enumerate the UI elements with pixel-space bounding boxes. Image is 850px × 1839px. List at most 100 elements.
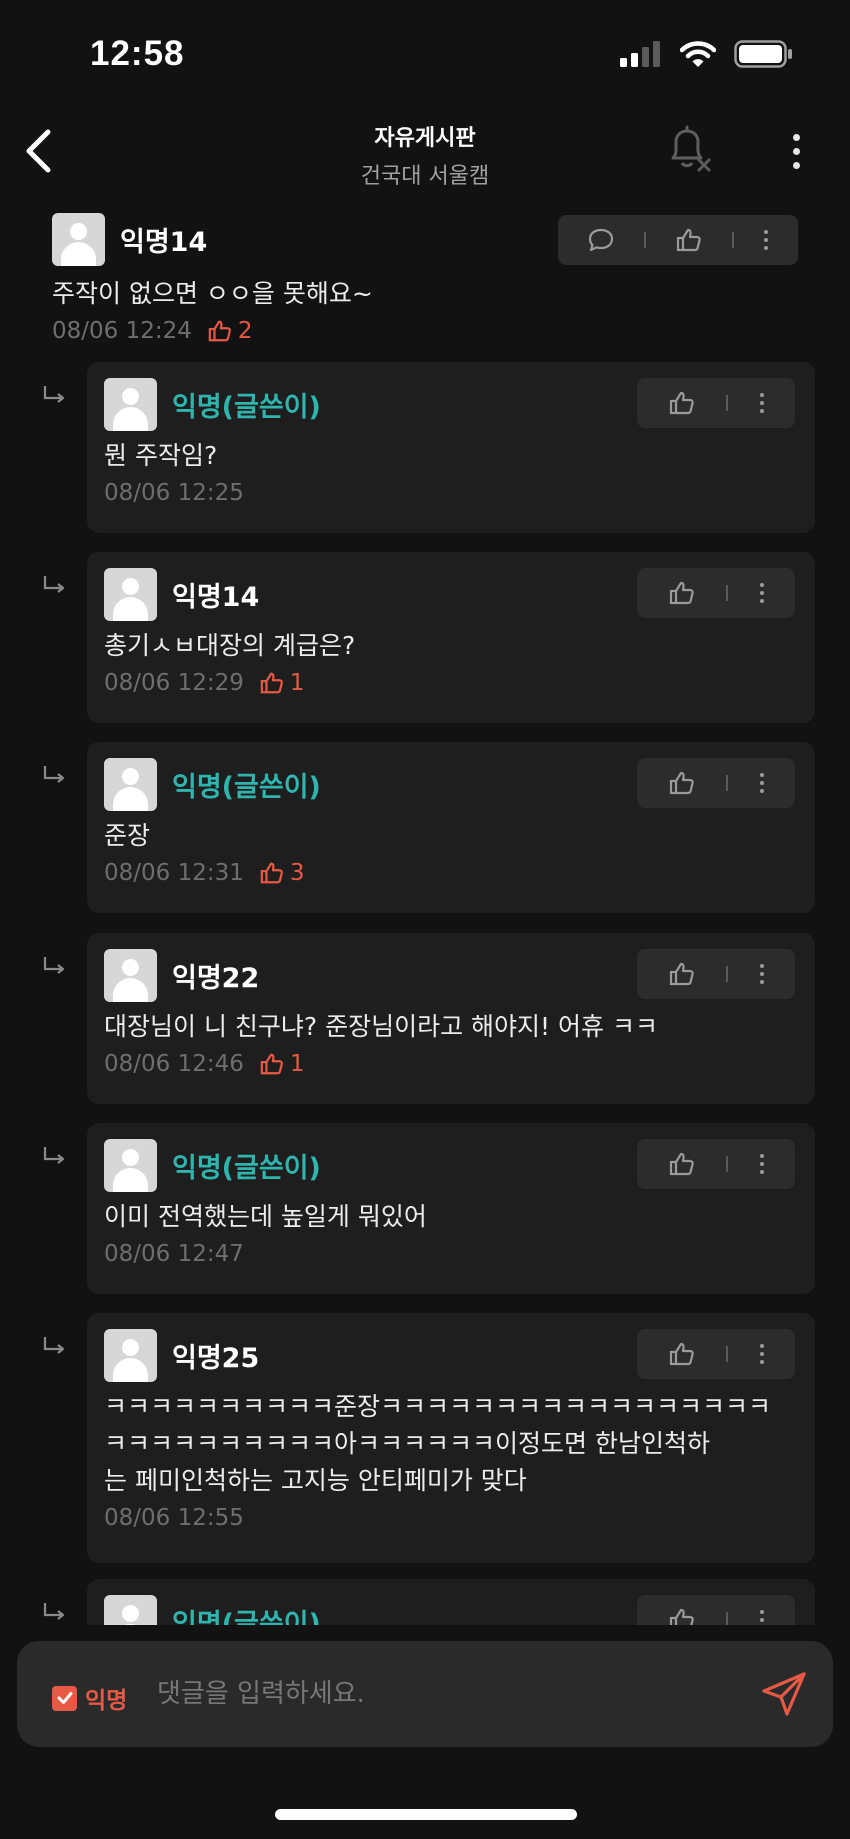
reply-actions — [637, 1595, 795, 1625]
reply-meta: 08/06 12:46 1 — [104, 1051, 795, 1077]
like-count: 1 — [260, 670, 305, 696]
comment-input[interactable] — [157, 1671, 717, 1717]
notification-toggle-button[interactable] — [665, 124, 715, 178]
reply-more-button[interactable] — [759, 773, 764, 793]
like-count-value: 2 — [237, 318, 253, 344]
anonymous-checkbox[interactable] — [52, 1685, 77, 1711]
thumbs-up-icon[interactable] — [669, 770, 695, 796]
thumbs-up-icon[interactable] — [669, 1607, 695, 1625]
thumbs-up-icon[interactable] — [669, 580, 695, 606]
reply-header: 익명22 — [104, 949, 259, 1002]
reply-card: 익명14 총기ㅅㅂ대장의 계급은? 08/06 12:29 1 — [87, 552, 815, 723]
reply-body: 준장 08/06 12:31 3 — [104, 817, 795, 886]
avatar — [104, 378, 157, 431]
comment-meta: 08/06 12:24 2 — [52, 318, 373, 344]
anonymous-label: 익명 — [85, 1688, 128, 1714]
more-options-button[interactable] — [780, 126, 812, 176]
reply-card: 익명22 대장님이 니 친구냐? 준장님이라고 해야지! 어휴 ㅋㅋ 08/06 1… — [87, 933, 815, 1104]
reply-comment: 익명(글쓴이) — [0, 1579, 850, 1625]
comment-text: 주작이 없으면 ㅇㅇ을 못해요~ — [52, 279, 373, 308]
reply-comment: 익명(글쓴이) 뭔 주작임? 08/06 12:25 — [0, 362, 850, 533]
reply-more-button[interactable] — [759, 964, 764, 984]
reply-more-button[interactable] — [759, 583, 764, 603]
reply-time: 08/06 12:46 — [104, 1051, 244, 1077]
reply-text-line: 대장님이 니 친구냐? 준장님이라고 해야지! 어휴 ㅋㅋ — [104, 1012, 658, 1041]
reply-actions — [637, 1329, 795, 1379]
signal-icon — [620, 41, 660, 67]
like-count-value: 3 — [289, 860, 305, 886]
like-count-value: 1 — [289, 670, 305, 696]
board-subtitle: 건국대 서울캠 — [360, 164, 490, 189]
check-icon — [57, 1692, 72, 1704]
reply-card: 익명(글쓴이) 준장 08/06 12:31 3 — [87, 742, 815, 913]
reply-time: 08/06 12:47 — [104, 1241, 244, 1267]
reply-comment: 익명(글쓴이) 준장 08/06 12:31 3 — [0, 742, 850, 913]
header-titles: 자유게시판 건국대 서울캠 — [0, 120, 850, 190]
reply-meta: 08/06 12:29 1 — [104, 670, 795, 696]
reply-text-line: 뭔 주작임? — [104, 441, 218, 470]
reply-meta: 08/06 12:47 — [104, 1241, 795, 1267]
status-time: 12:58 — [90, 34, 185, 73]
reply-arrow-icon — [43, 386, 65, 403]
reply-more-button[interactable] — [759, 393, 764, 413]
reply-more-button[interactable] — [759, 1610, 764, 1625]
battery-icon — [734, 40, 792, 68]
reply-body: 대장님이 니 친구냐? 준장님이라고 해야지! 어휴 ㅋㅋ 08/06 12:46… — [104, 1008, 795, 1077]
author-name: 익명14 — [172, 582, 260, 613]
reply-arrow-icon — [43, 1603, 65, 1620]
reply-time: 08/06 12:31 — [104, 860, 244, 886]
comment-list[interactable]: 익명14 주작이 없으면 ㅇㅇ을 못해요~ 08/06 12:24 2 익명(글… — [0, 195, 850, 1625]
reply-body: 총기ㅅㅂ대장의 계급은? 08/06 12:29 1 — [104, 627, 795, 696]
reply-time: 08/06 12:55 — [104, 1505, 244, 1531]
reply-body: 뭔 주작임? 08/06 12:25 — [104, 437, 795, 506]
reply-card: 익명25 ㅋㅋㅋㅋㅋㅋㅋㅋㅋㅋ준장ㅋㅋㅋㅋㅋㅋㅋㅋㅋㅋㅋㅋㅋㅋㅋㅋㅋ ㅋㅋㅋㅋㅋㅋㅋ… — [87, 1313, 815, 1563]
comment-actions — [558, 215, 798, 265]
header: 자유게시판 건국대 서울캠 — [0, 110, 850, 195]
reply-header: 익명(글쓴이) — [104, 1595, 321, 1625]
reply-meta: 08/06 12:55 — [104, 1505, 795, 1531]
reply-time: 08/06 12:25 — [104, 480, 244, 506]
author-name: 익명(글쓴이) — [172, 1153, 321, 1184]
avatar — [52, 213, 105, 266]
home-indicator — [275, 1809, 577, 1820]
comment-body: 주작이 없으면 ㅇㅇ을 못해요~ 08/06 12:24 2 — [52, 275, 373, 344]
like-count: 1 — [260, 1051, 305, 1077]
reply-meta: 08/06 12:31 3 — [104, 860, 795, 886]
bell-off-icon — [671, 125, 711, 172]
send-button[interactable] — [757, 1667, 811, 1721]
reply-more-button[interactable] — [759, 1154, 764, 1174]
like-count: 2 — [208, 318, 253, 344]
reply-actions — [637, 568, 795, 618]
reply-actions — [637, 949, 795, 999]
thumbs-up-icon[interactable] — [669, 390, 695, 416]
thumbs-up-icon — [208, 320, 231, 342]
thumbs-up-icon — [260, 1053, 283, 1075]
reply-header: 익명25 — [104, 1329, 259, 1382]
avatar — [104, 1595, 157, 1625]
anonymous-toggle[interactable]: 익명 — [52, 1681, 127, 1715]
reply-arrow-icon — [43, 576, 65, 593]
reply-header: 익명(글쓴이) — [104, 1139, 321, 1192]
reply-text-line: ㅋㅋㅋㅋㅋㅋㅋㅋㅋㅋ준장ㅋㅋㅋㅋㅋㅋㅋㅋㅋㅋㅋㅋㅋㅋㅋㅋㅋ — [104, 1392, 772, 1421]
thumbs-up-icon[interactable] — [669, 1341, 695, 1367]
reply-text-line: 이미 전역했는데 높일게 뭐있어 — [104, 1202, 427, 1231]
reply-comment: 익명(글쓴이) 이미 전역했는데 높일게 뭐있어 08/06 12:47 — [0, 1123, 850, 1294]
board-title: 자유게시판 — [374, 126, 476, 151]
thumbs-up-icon[interactable] — [676, 227, 702, 253]
comment: 익명14 주작이 없으면 ㅇㅇ을 못해요~ 08/06 12:24 2 — [0, 203, 850, 344]
reply-comment: 익명25 ㅋㅋㅋㅋㅋㅋㅋㅋㅋㅋ준장ㅋㅋㅋㅋㅋㅋㅋㅋㅋㅋㅋㅋㅋㅋㅋㅋㅋ ㅋㅋㅋㅋㅋㅋㅋ… — [0, 1313, 850, 1563]
author-name: 익명(글쓴이) — [172, 392, 321, 423]
reply-body: ㅋㅋㅋㅋㅋㅋㅋㅋㅋㅋ준장ㅋㅋㅋㅋㅋㅋㅋㅋㅋㅋㅋㅋㅋㅋㅋㅋㅋ ㅋㅋㅋㅋㅋㅋㅋㅋㅋㅋ아… — [104, 1388, 795, 1531]
reply-header: 익명(글쓴이) — [104, 758, 321, 811]
thumbs-up-icon[interactable] — [669, 1151, 695, 1177]
author-name: 익명22 — [172, 963, 260, 994]
reply-text-line: 준장 — [104, 821, 151, 850]
reply-arrow-icon — [43, 957, 65, 974]
reply-more-button[interactable] — [759, 1344, 764, 1364]
thumbs-up-icon — [260, 672, 283, 694]
comment-header: 익명14 — [52, 213, 207, 266]
comment-more-button[interactable] — [764, 230, 768, 250]
thumbs-up-icon[interactable] — [669, 961, 695, 987]
comment-input-bar: 익명 — [17, 1641, 833, 1747]
speech-bubble-icon[interactable] — [588, 228, 614, 252]
